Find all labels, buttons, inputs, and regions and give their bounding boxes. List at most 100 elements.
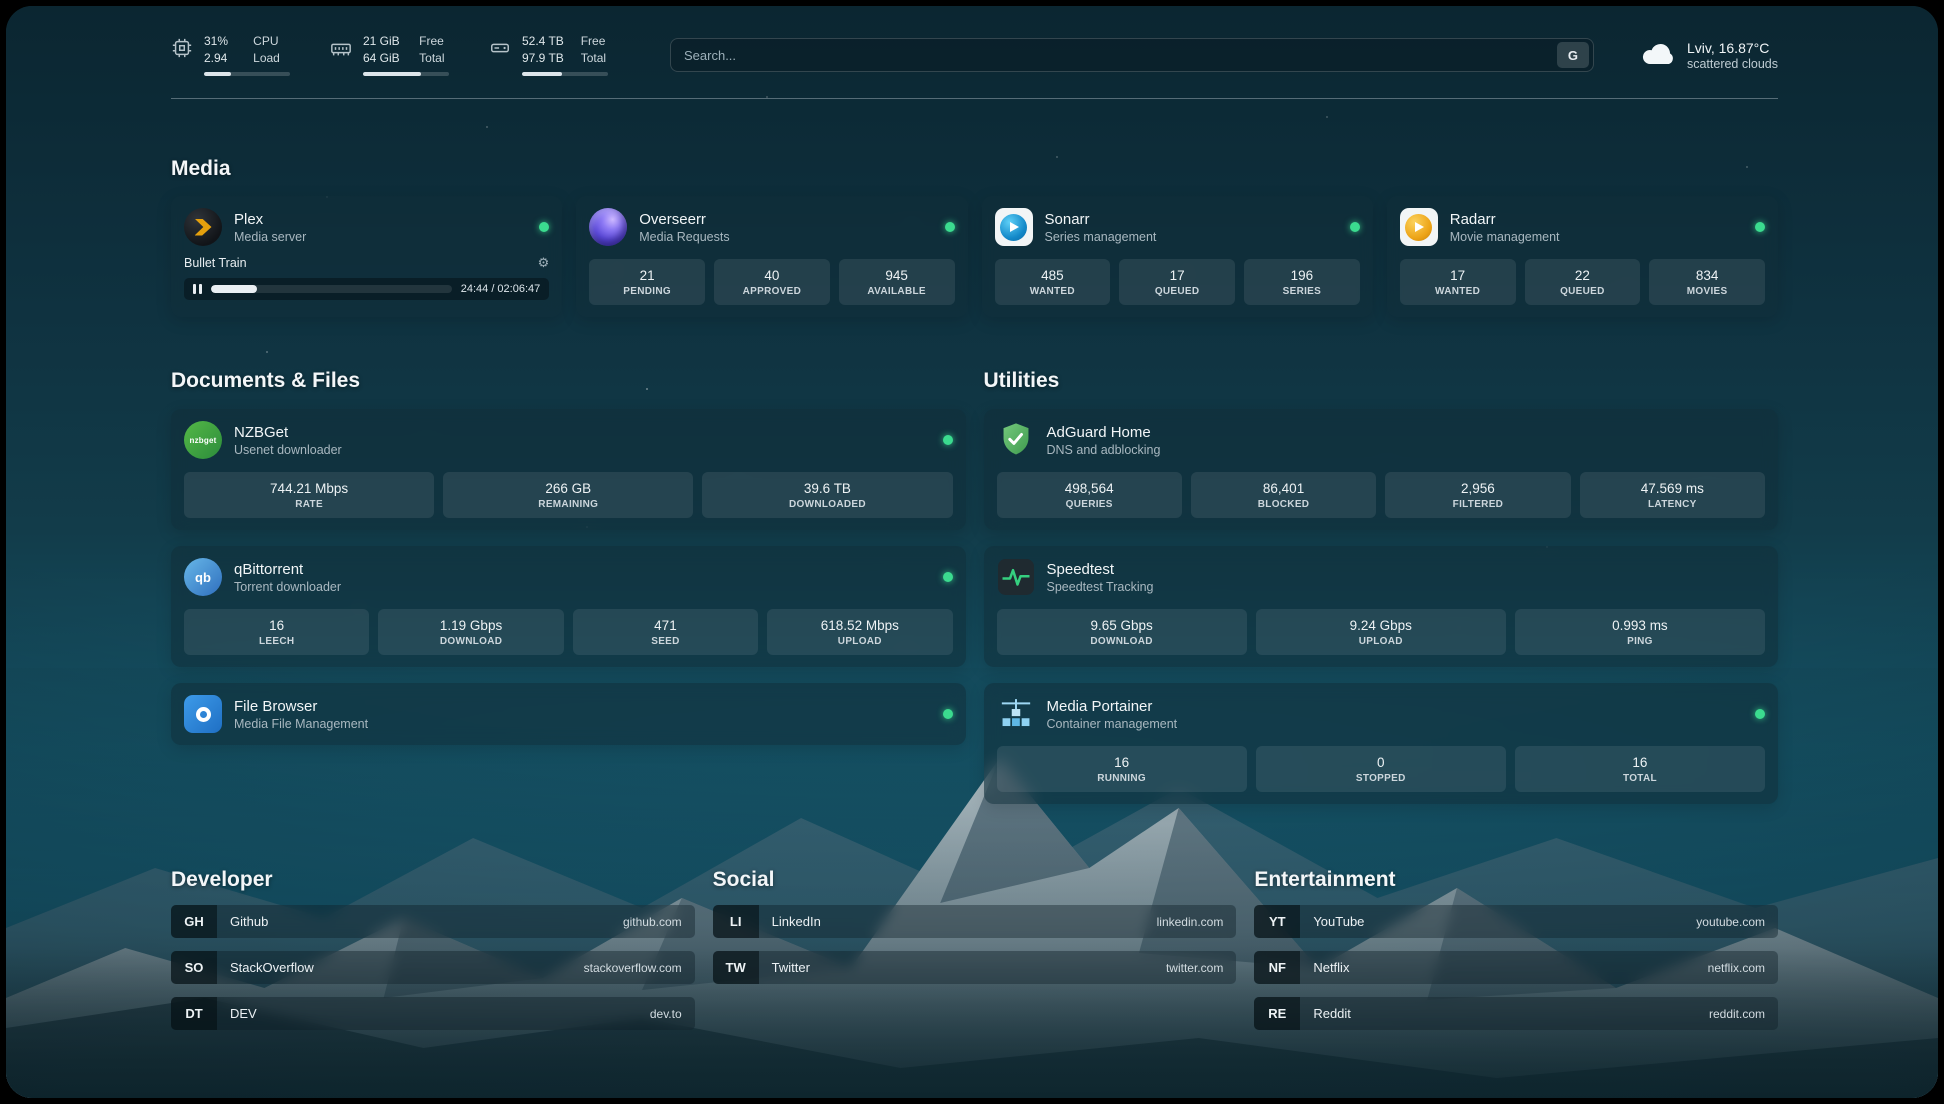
playback-bar[interactable]: 24:44 / 02:06:47 [184, 278, 549, 300]
service-name: Overseerr [639, 210, 729, 230]
status-dot [1350, 222, 1360, 232]
service-name: AdGuard Home [1047, 423, 1161, 443]
service-card-qbittorrent[interactable]: qb qBittorrent Torrent downloader 16LEEC… [171, 546, 966, 667]
cpu-icon [171, 37, 193, 64]
service-subtitle: Speedtest Tracking [1047, 580, 1154, 594]
bookmark-name: Twitter [772, 960, 810, 975]
service-name: Media Portainer [1047, 697, 1178, 717]
status-dot [943, 572, 953, 582]
bookmark-linkedin[interactable]: LI LinkedIn linkedin.com [713, 905, 1237, 938]
playback-time: 24:44 / 02:06:47 [461, 283, 541, 295]
bookmark-reddit[interactable]: RE Reddit reddit.com [1254, 997, 1778, 1030]
search-input[interactable] [684, 48, 1557, 63]
service-card-adguard[interactable]: AdGuard Home DNS and adblocking 498,564Q… [984, 409, 1779, 530]
service-name: Radarr [1450, 210, 1560, 230]
section-title-media: Media [171, 157, 1778, 181]
bookmark-url: reddit.com [1709, 1007, 1765, 1021]
service-name: Sonarr [1045, 210, 1157, 230]
stat-latency: 47.569 msLATENCY [1580, 472, 1765, 518]
bookmark-netflix[interactable]: NF Netflix netflix.com [1254, 951, 1778, 984]
service-card-overseerr[interactable]: Overseerr Media Requests 21PENDING 40APP… [576, 196, 967, 317]
bookmark-url: twitter.com [1166, 961, 1223, 975]
pause-icon[interactable] [193, 284, 202, 294]
stat-download: 1.19 GbpsDOWNLOAD [378, 609, 563, 655]
qbittorrent-icon: qb [184, 558, 222, 596]
bookmark-abbr: RE [1254, 997, 1300, 1030]
service-card-sonarr[interactable]: Sonarr Series management 485WANTED 17QUE… [982, 196, 1373, 317]
bookmark-url: linkedin.com [1157, 915, 1224, 929]
stat-upload: 9.24 GbpsUPLOAD [1256, 609, 1506, 655]
bookmarks-entertainment: Entertainment YT YouTube youtube.com NF … [1254, 868, 1778, 1030]
sonarr-icon [995, 208, 1033, 246]
stat-stopped: 0STOPPED [1256, 746, 1506, 792]
bookmark-abbr: GH [171, 905, 217, 938]
service-subtitle: Media File Management [234, 717, 368, 731]
cpu-load: 2.94 [204, 51, 238, 67]
bookmark-abbr: YT [1254, 905, 1300, 938]
bookmark-twitter[interactable]: TW Twitter twitter.com [713, 951, 1237, 984]
memory-total: 64 GiB [363, 51, 404, 67]
service-name: Speedtest [1047, 560, 1154, 580]
search-provider-button[interactable]: G [1557, 42, 1589, 68]
weather-widget[interactable]: Lviv, 16.87°C scattered clouds [1640, 40, 1778, 71]
service-subtitle: DNS and adblocking [1047, 443, 1161, 457]
bookmark-url: stackoverflow.com [584, 961, 682, 975]
gear-icon[interactable]: ⚙ [538, 255, 550, 271]
bookmark-url: dev.to [650, 1007, 682, 1021]
stat-available: 945AVAILABLE [839, 259, 955, 305]
disk-icon [489, 37, 511, 64]
cpu-widget: 31% CPU 2.94 Load [171, 34, 290, 76]
bookmark-name: StackOverflow [230, 960, 314, 975]
service-card-speedtest[interactable]: Speedtest Speedtest Tracking 9.65 GbpsDO… [984, 546, 1779, 667]
service-card-radarr[interactable]: Radarr Movie management 17WANTED 22QUEUE… [1387, 196, 1778, 317]
service-card-portainer[interactable]: Media Portainer Container management 16R… [984, 683, 1779, 804]
stat-leech: 16LEECH [184, 609, 369, 655]
service-subtitle: Series management [1045, 230, 1157, 244]
memory-progress-bar [363, 72, 449, 76]
dashboard-window: 31% CPU 2.94 Load 21 GiB Free [6, 6, 1938, 1098]
bookmark-stackoverflow[interactable]: SO StackOverflow stackoverflow.com [171, 951, 695, 984]
stat-upload: 618.52 MbpsUPLOAD [767, 609, 952, 655]
status-dot [1755, 222, 1765, 232]
memory-icon [330, 37, 352, 64]
bookmark-name: YouTube [1313, 914, 1364, 929]
service-card-nzbget[interactable]: nzbget NZBGet Usenet downloader 744.21 M… [171, 409, 966, 530]
stat-total: 16TOTAL [1515, 746, 1765, 792]
service-name: NZBGet [234, 423, 342, 443]
stat-seed: 471SEED [573, 609, 758, 655]
bookmarks-social: Social LI LinkedIn linkedin.com TW Twitt… [713, 868, 1237, 1030]
disk-progress-bar [522, 72, 608, 76]
portainer-icon [997, 695, 1035, 733]
bookmark-abbr: NF [1254, 951, 1300, 984]
status-dot [943, 435, 953, 445]
bookmark-abbr: LI [713, 905, 759, 938]
service-subtitle: Container management [1047, 717, 1178, 731]
service-subtitle: Usenet downloader [234, 443, 342, 457]
bookmarks-developer: Developer GH Github github.com SO StackO… [171, 868, 695, 1030]
bookmark-github[interactable]: GH Github github.com [171, 905, 695, 938]
service-subtitle: Movie management [1450, 230, 1560, 244]
stat-downloaded: 39.6 TBDOWNLOADED [702, 472, 952, 518]
stat-movies: 834MOVIES [1649, 259, 1765, 305]
bookmark-url: github.com [623, 915, 682, 929]
bookmark-youtube[interactable]: YT YouTube youtube.com [1254, 905, 1778, 938]
disk-free-label: Free [581, 34, 608, 50]
cpu-label: CPU [253, 34, 290, 50]
radarr-icon [1400, 208, 1438, 246]
stat-wanted: 17WANTED [1400, 259, 1516, 305]
service-subtitle: Media server [234, 230, 306, 244]
stat-queued: 22QUEUED [1525, 259, 1641, 305]
service-card-filebrowser[interactable]: File Browser Media File Management [171, 683, 966, 745]
playback-track[interactable] [211, 285, 452, 293]
bookmark-name: Netflix [1313, 960, 1349, 975]
memory-free-label: Free [419, 34, 449, 50]
playback-progress [211, 285, 257, 293]
overseerr-icon [589, 208, 627, 246]
search-bar: G [670, 38, 1594, 72]
memory-total-label: Total [419, 51, 449, 67]
bookmark-dev[interactable]: DT DEV dev.to [171, 997, 695, 1030]
section-title-social: Social [713, 868, 1237, 892]
service-card-plex[interactable]: Plex Media server Bullet Train ⚙ [171, 196, 562, 317]
now-playing-title: Bullet Train [184, 256, 247, 270]
section-title-documents: Documents & Files [171, 369, 966, 393]
